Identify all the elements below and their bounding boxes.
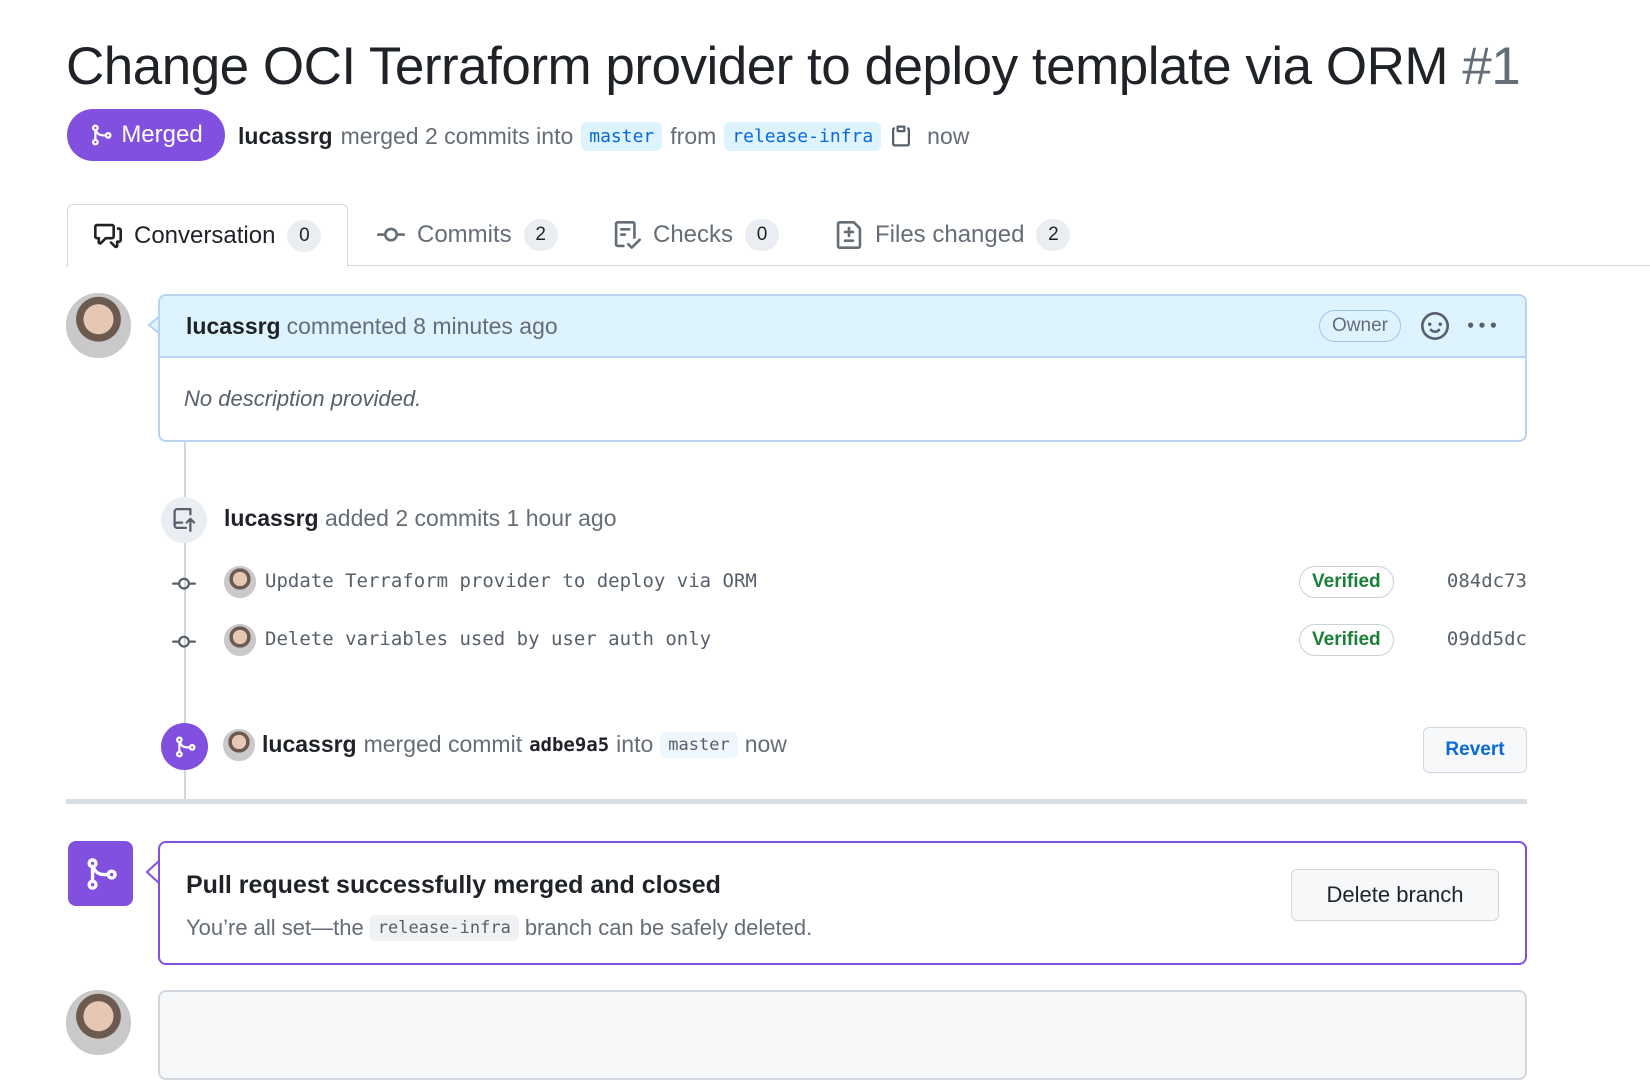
tab-commits-label: Commits: [417, 221, 512, 248]
tab-conversation-label: Conversation: [134, 221, 276, 249]
verified-badge[interactable]: Verified: [1299, 624, 1394, 656]
verified-badge[interactable]: Verified: [1299, 566, 1394, 598]
deletable-branch-name[interactable]: release-infra: [369, 915, 519, 941]
merge-event-author[interactable]: lucassrg: [262, 731, 357, 758]
avatar[interactable]: [66, 990, 131, 1055]
smiley-icon[interactable]: [1421, 312, 1449, 340]
tab-files-changed-label: Files changed: [875, 221, 1025, 248]
repo-push-badge: [161, 497, 207, 543]
file-diff-icon: [836, 221, 862, 249]
merge-event-time: now: [744, 731, 787, 757]
avatar[interactable]: [224, 624, 256, 656]
copy-icon[interactable]: [889, 123, 913, 149]
merged-state-badge: Merged: [67, 109, 225, 161]
tab-files-changed-count: 2: [1036, 219, 1071, 251]
comment-body: No description provided.: [184, 386, 422, 411]
merge-event-text-b: into: [616, 731, 654, 757]
tab-checks[interactable]: Checks 0: [613, 204, 780, 266]
tab-conversation-count: 0: [287, 219, 322, 252]
new-comment-box[interactable]: [158, 990, 1527, 1080]
git-merge-icon: [175, 736, 196, 757]
head-branch-link[interactable]: release-infra: [724, 121, 882, 151]
tab-commits-count: 2: [523, 219, 558, 251]
tab-files-changed[interactable]: Files changed 2: [835, 204, 1071, 266]
timeline-end-divider: [66, 799, 1527, 804]
pr-meta: lucassrg merged 2 commits into master fr…: [238, 119, 969, 153]
tab-checks-label: Checks: [653, 221, 734, 248]
commits-added-event: lucassrg added 2 commits 1 hour ago: [224, 505, 617, 532]
merged-state-label: Merged: [121, 121, 203, 148]
delete-branch-button[interactable]: Delete branch: [1291, 869, 1499, 921]
merged-text-a: You’re all set—the: [186, 915, 364, 940]
merged-heading: Pull request successfully merged and clo…: [186, 871, 721, 899]
avatar[interactable]: [66, 293, 131, 358]
pr-from-text: from: [670, 122, 717, 149]
git-commit-icon: [172, 635, 196, 648]
owner-badge: Owner: [1319, 310, 1401, 342]
merged-status-box: Pull request successfully merged and clo…: [158, 841, 1527, 965]
merged-text-b: branch can be safely deleted.: [524, 915, 813, 940]
pr-number: #1: [1462, 37, 1521, 96]
tab-conversation[interactable]: Conversation 0: [67, 204, 349, 267]
pr-time: now: [927, 122, 970, 149]
comment-header: lucassrg commented 8 minutes ago Owner: [160, 296, 1525, 358]
revert-button[interactable]: Revert: [1423, 727, 1527, 773]
repo-push-icon: [173, 508, 196, 532]
commit-sha[interactable]: 084dc73: [1447, 570, 1527, 592]
merge-event-badge: [161, 723, 208, 770]
commit-message[interactable]: Delete variables used by user auth only: [265, 628, 711, 650]
commit-message[interactable]: Update Terraform provider to deploy via …: [265, 570, 757, 592]
commits-event-text: added 2 commits 1 hour ago: [325, 505, 617, 531]
merge-event: lucassrg merged commit adbe9a5 into mast…: [262, 731, 787, 758]
avatar[interactable]: [223, 729, 255, 761]
base-branch-link[interactable]: master: [581, 121, 663, 151]
merged-status-badge: [68, 841, 133, 906]
merge-commit-sha[interactable]: adbe9a5: [529, 734, 609, 756]
pr-description-comment: lucassrg commented 8 minutes ago Owner N…: [158, 294, 1527, 442]
comment-action: commented 8 minutes ago: [286, 312, 558, 339]
merged-description: You’re all set—the release-infra branch …: [186, 915, 812, 941]
pr-author-link[interactable]: lucassrg: [238, 123, 333, 150]
pr-title: Change OCI Terraform provider to deploy …: [66, 36, 1521, 97]
commit-row: Delete variables used by user auth only …: [170, 622, 1527, 662]
commit-sha[interactable]: 09dd5dc: [1447, 628, 1527, 650]
checklist-icon: [614, 221, 641, 249]
kebab-horizontal-icon[interactable]: [1467, 312, 1497, 340]
tab-checks-count: 0: [745, 219, 780, 251]
comment-author[interactable]: lucassrg: [186, 313, 281, 340]
git-commit-icon: [172, 577, 196, 590]
commit-row: Update Terraform provider to deploy via …: [170, 564, 1527, 604]
avatar[interactable]: [224, 566, 256, 598]
git-commit-icon: [377, 227, 405, 242]
pr-merge-text: merged 2 commits into: [340, 122, 574, 149]
merge-event-text-a: merged commit: [363, 731, 523, 757]
comment-discussion-icon: [94, 223, 122, 248]
tab-commits[interactable]: Commits 2: [377, 204, 558, 266]
git-merge-icon: [92, 124, 112, 146]
commits-event-author[interactable]: lucassrg: [224, 505, 319, 531]
merge-target-branch[interactable]: master: [660, 731, 738, 758]
git-merge-icon: [87, 857, 117, 890]
pr-title-text: Change OCI Terraform provider to deploy …: [66, 37, 1449, 96]
